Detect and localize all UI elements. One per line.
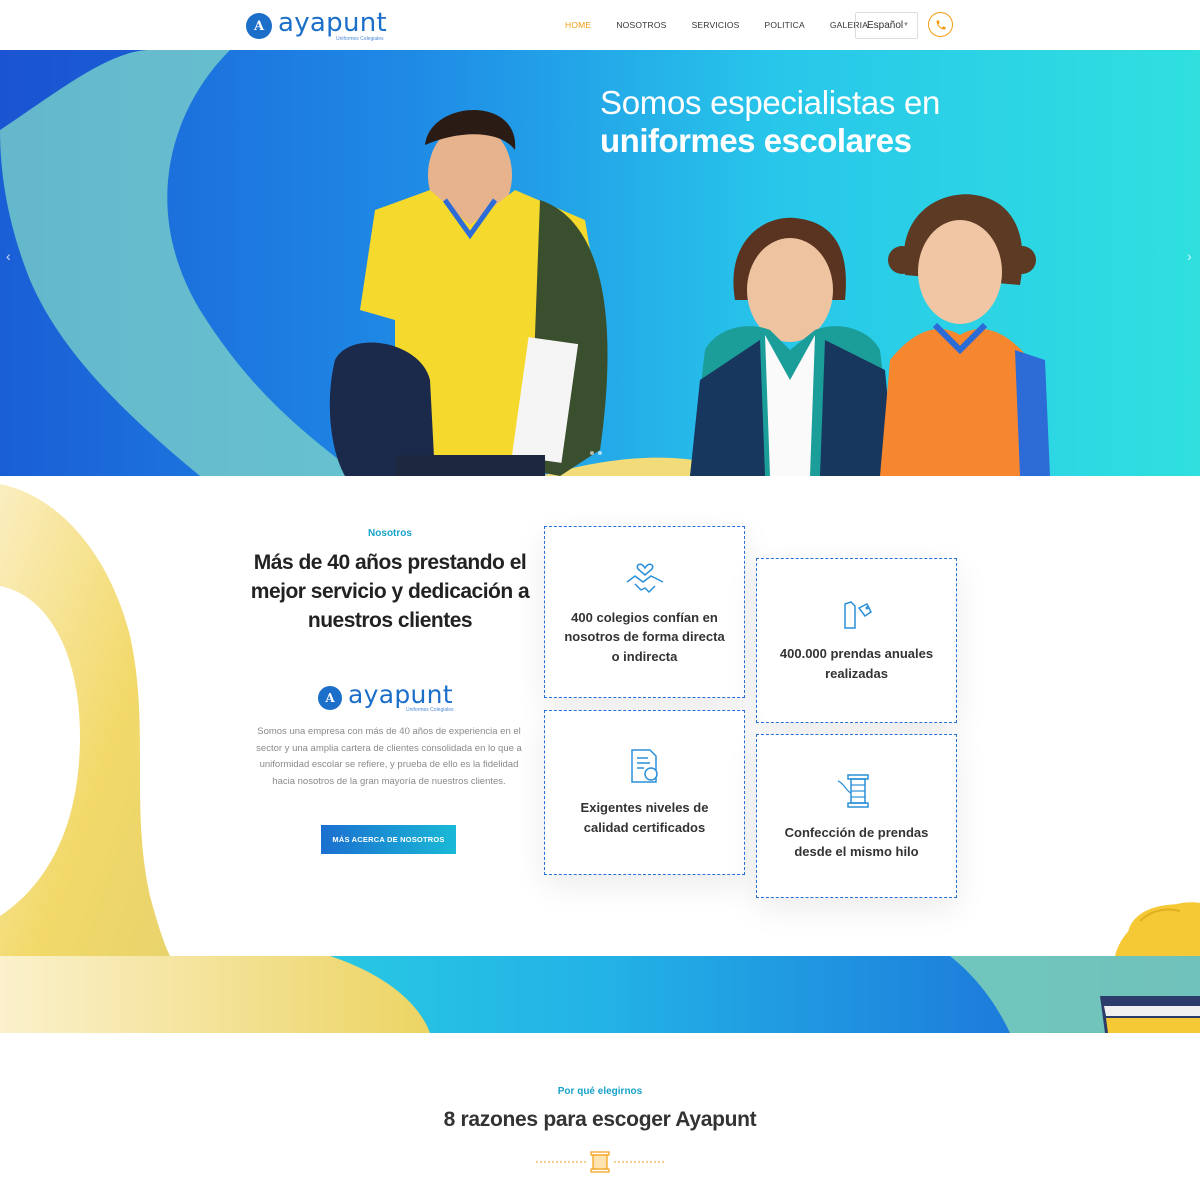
nav-politica[interactable]: POLITICA (765, 20, 805, 30)
logo-tagline: Uniformes Colegiales (336, 36, 384, 42)
stat-card-text: 400 colegios confían en nosotros de form… (564, 609, 725, 664)
about-logo: A ayapunt Uniformes Colegiales (318, 682, 454, 713)
logo-mark: A (246, 13, 272, 39)
stat-card-text: 400.000 prendas anuales realizadas (779, 646, 934, 681)
stat-card-quality: Exigentes niveles de calidad certificado… (544, 710, 745, 875)
student-boy (329, 110, 608, 476)
about-more-button[interactable]: MÁS ACERCA DE NOSOTROS (321, 825, 456, 854)
slider-dots (590, 451, 606, 455)
band-background (0, 956, 1200, 1033)
about-description: Somos una empresa con más de 40 años de … (256, 726, 522, 787)
hero-title-light: Somos especialistas en (600, 84, 941, 121)
nav-nosotros[interactable]: NOSOTROS (616, 20, 666, 30)
folded-shirts-image (1115, 902, 1200, 956)
phone-button[interactable] (928, 12, 953, 37)
site-header: A ayapunt Uniformes Colegiales HOME NOSO… (0, 0, 1200, 50)
logo-tagline: Uniformes Colegiales (406, 707, 454, 713)
logo-wordmark: ayapunt (348, 680, 453, 709)
thread-spool-icon (590, 1151, 610, 1173)
student-girl-left (690, 217, 895, 476)
reasons-eyebrow: Por qué elegirnos (557, 1086, 643, 1097)
about-section: Nosotros Más de 40 años prestando el mej… (0, 476, 1200, 956)
logo-mark: A (318, 685, 342, 710)
nav-servicios[interactable]: SERVICIOS (692, 20, 740, 30)
handshake-heart-icon (626, 563, 663, 593)
language-value: Español (867, 20, 904, 31)
clothes-tag-icon (843, 601, 872, 629)
thread-spool-icon (837, 773, 869, 808)
student-girl-right (880, 194, 1050, 476)
stat-card-text: Exigentes niveles de calidad certificado… (580, 800, 709, 835)
stat-card-schools: 400 colegios confían en nosotros de form… (544, 526, 745, 698)
chevron-right-icon[interactable]: › (1187, 248, 1192, 264)
stat-card-thread: Confección de prendas desde el mismo hil… (756, 734, 957, 898)
nav-home[interactable]: HOME (565, 20, 591, 30)
hero-title-bold: uniformes escolares (600, 122, 912, 159)
decorative-band (0, 956, 1200, 1033)
stat-card-text: Confección de prendas desde el mismo hil… (784, 824, 929, 860)
stat-card-garments: 400.000 prendas anuales realizadas (756, 558, 957, 723)
slider-dot[interactable] (598, 451, 602, 455)
slider-dot[interactable] (590, 451, 594, 455)
certificate-icon (630, 749, 658, 783)
language-select[interactable]: Español ▼ (855, 12, 918, 39)
about-eyebrow: Nosotros (368, 528, 412, 539)
logo-wordmark: ayapunt (278, 8, 388, 38)
hero-slider: Somos especialistas en uniformes escolar… (0, 50, 1200, 476)
caret-down-icon: ▼ (903, 22, 909, 28)
reasons-title: 8 razones para escoger Ayapunt (443, 1108, 757, 1131)
chevron-left-icon[interactable]: ‹ (6, 248, 11, 264)
about-title: Más de 40 años prestando el mejor servic… (250, 551, 530, 632)
phone-icon (936, 20, 945, 29)
reasons-divider (536, 1151, 664, 1173)
brand-logo[interactable]: A ayapunt Uniformes Colegiales (246, 10, 387, 42)
main-nav: HOME NOSOTROS SERVICIOS POLITICA GALERIA (565, 0, 893, 50)
